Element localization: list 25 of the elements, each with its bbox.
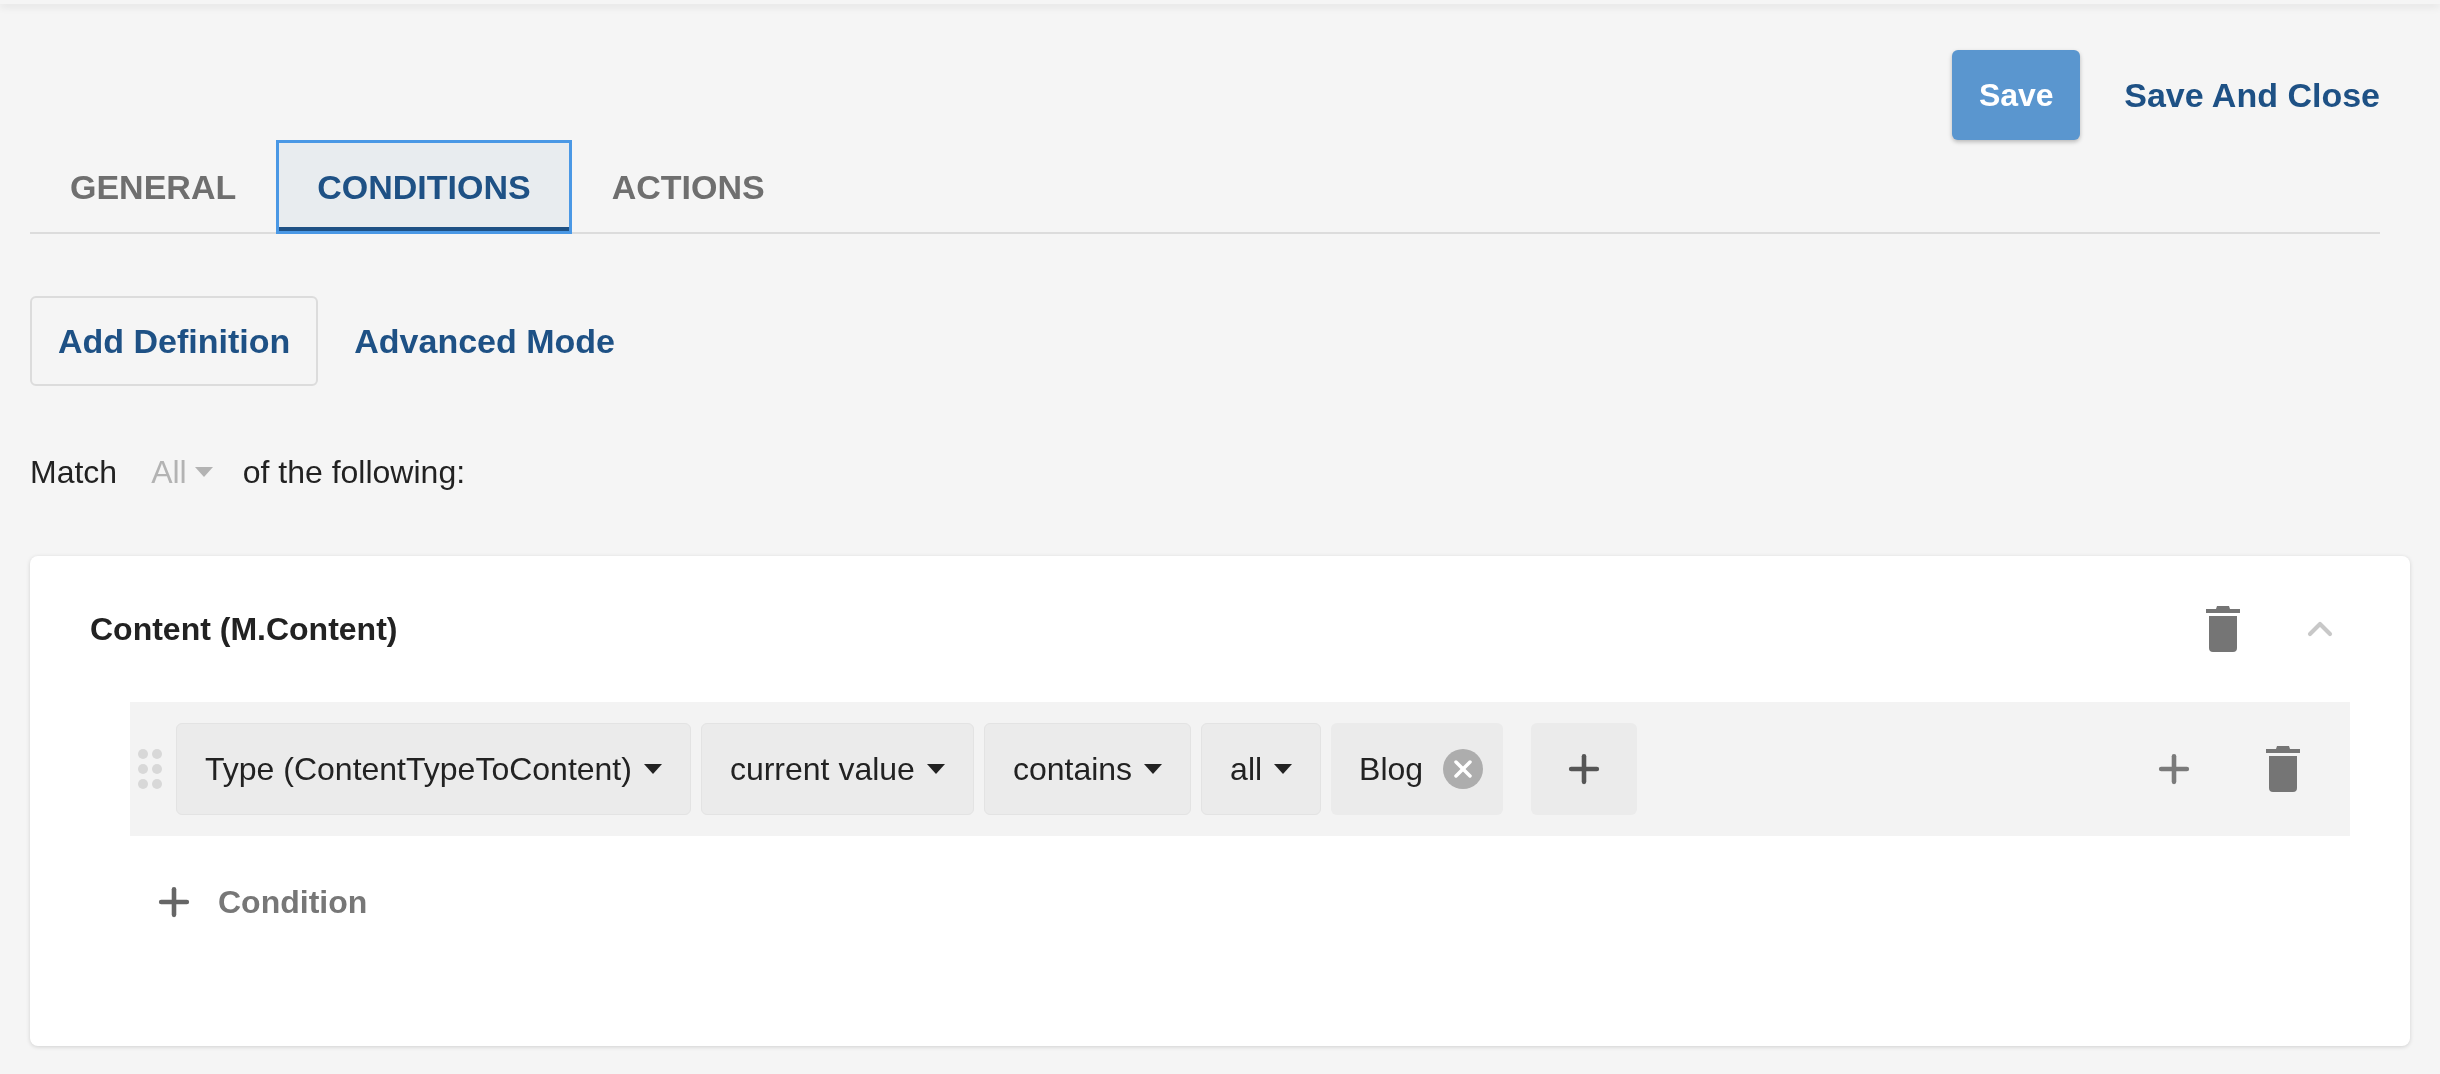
- advanced-mode-link[interactable]: Advanced Mode: [354, 315, 615, 367]
- add-definition-button[interactable]: Add Definition: [30, 296, 319, 386]
- match-suffix: of the following:: [242, 453, 466, 492]
- tab[interactable]: CONDITIONS: [276, 140, 572, 234]
- caret-icon: [1274, 764, 1293, 774]
- tab[interactable]: GENERAL: [30, 140, 277, 234]
- condition-dropdown[interactable]: Type (ContentTypeToContent): [176, 723, 691, 815]
- caret-icon: [1144, 764, 1163, 774]
- tag-label: Blog: [1359, 750, 1424, 789]
- tab[interactable]: ACTIONS: [571, 140, 805, 234]
- save-and-close-link[interactable]: Save And Close: [2124, 69, 2380, 121]
- condition-dropdown[interactable]: contains: [983, 723, 1192, 815]
- delete-icon[interactable]: [2266, 746, 2300, 792]
- caret-icon: [926, 764, 945, 774]
- add-condition-button[interactable]: Condition: [152, 878, 368, 926]
- delete-icon[interactable]: [2206, 606, 2240, 652]
- add-value-button[interactable]: [1531, 723, 1638, 815]
- drag-handle-icon[interactable]: [138, 749, 162, 789]
- definition-title: Content (M.Content): [90, 610, 399, 649]
- remove-icon[interactable]: [1443, 749, 1484, 789]
- condition-dropdown[interactable]: all: [1201, 723, 1322, 815]
- condition-dropdown[interactable]: current value: [700, 723, 974, 815]
- caret-icon: [643, 764, 662, 774]
- caret-icon: [194, 467, 213, 477]
- match-label: Match: [30, 453, 118, 492]
